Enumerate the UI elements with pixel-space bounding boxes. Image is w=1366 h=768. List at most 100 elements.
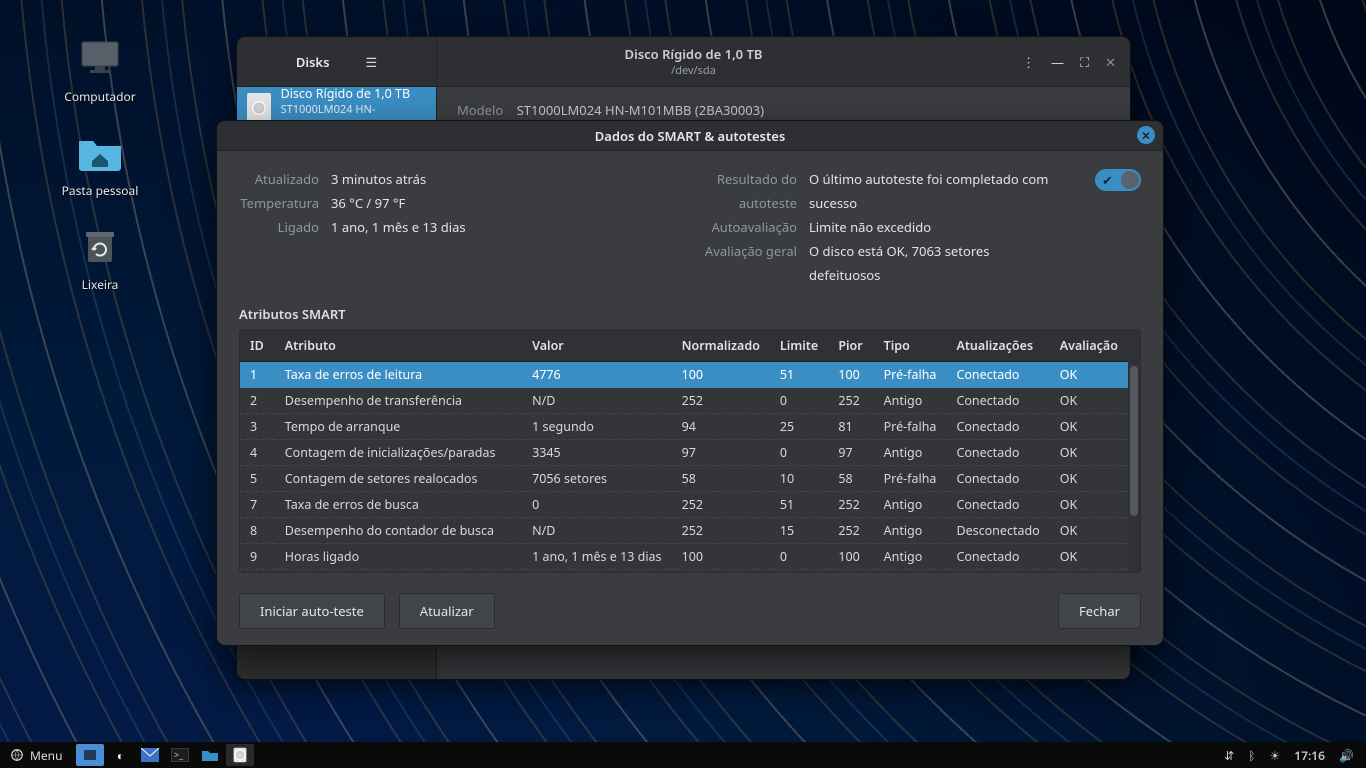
table-cell: Antigo (874, 518, 947, 544)
column-header[interactable]: Pior (828, 330, 873, 362)
column-header[interactable]: Atualizações (946, 330, 1049, 362)
window-title: Disco Rígido de 1,0 TB (625, 45, 763, 63)
table-cell: 81 (828, 414, 873, 440)
table-cell: Contagem de inicializações/paradas (275, 440, 522, 466)
tray-brightness-icon[interactable]: ☀ (1270, 747, 1281, 764)
taskbar-disks-icon[interactable] (226, 744, 254, 766)
table-cell: Pré-falha (874, 466, 947, 492)
table-row[interactable]: 1Taxa de erros de leitura477610051100Pré… (240, 362, 1128, 388)
table-cell: 0 (770, 440, 828, 466)
table-cell: OK (1050, 544, 1128, 570)
table-cell: 51 (770, 492, 828, 518)
smart-dialog: Dados do SMART & autotestes ✕ Atualizado… (216, 120, 1164, 646)
info-key: Resultado do autoteste (667, 167, 797, 215)
table-cell: 252 (672, 492, 770, 518)
dialog-close-icon[interactable]: ✕ (1137, 126, 1155, 144)
table-cell: 10 (240, 570, 275, 573)
start-selftest-button[interactable]: Iniciar auto-teste (239, 593, 385, 629)
desktop-icon-label: Lixeira (40, 276, 160, 293)
table-cell: 252 (672, 388, 770, 414)
table-cell: 252 (672, 518, 770, 544)
desktop-computer-icon[interactable]: Computador (40, 34, 160, 105)
table-row[interactable]: 10Contagem de tentativas de arranque0252… (240, 570, 1128, 573)
table-row[interactable]: 5Contagem de setores realocados7056 seto… (240, 466, 1128, 492)
info-key: Atualizado (239, 167, 319, 191)
table-cell: 94 (672, 414, 770, 440)
attributes-table: IDAtributoValorNormalizadoLimitePiorTipo… (239, 329, 1141, 573)
table-cell: 252 (672, 570, 770, 573)
column-header[interactable]: ID (240, 330, 275, 362)
table-cell: N/D (522, 518, 671, 544)
table-cell: OK (1050, 492, 1128, 518)
table-cell: Conectado (946, 362, 1049, 388)
desktop-home-icon[interactable]: Pasta pessoal (40, 128, 160, 199)
column-header[interactable]: Atributo (275, 330, 522, 362)
info-key: Ligado (239, 215, 319, 239)
computer-icon (76, 34, 124, 82)
table-cell: 7056 setores (522, 466, 671, 492)
dialog-titlebar: Dados do SMART & autotestes ✕ (217, 121, 1163, 151)
tray-volume-icon[interactable]: 🔊 (1339, 747, 1354, 764)
column-header[interactable]: Avaliação (1050, 330, 1128, 362)
taskbar-terminal-icon[interactable]: >_ (166, 744, 194, 766)
table-cell: 15 (770, 518, 828, 544)
table-row[interactable]: 7Taxa de erros de busca025251252AntigoCo… (240, 492, 1128, 518)
tray-network-icon[interactable]: ⇵ (1224, 747, 1234, 764)
table-row[interactable]: 9Horas ligado1 ano, 1 mês e 13 dias10001… (240, 544, 1128, 570)
table-cell: 5 (240, 466, 275, 492)
close-icon[interactable]: ✕ (1105, 53, 1116, 71)
table-cell: 252 (828, 570, 873, 573)
column-header[interactable]: Valor (522, 330, 671, 362)
taskbar-files-icon[interactable] (196, 744, 224, 766)
minimize-icon[interactable]: — (1051, 53, 1064, 71)
taskbar-firefox-icon[interactable]: ◐ (106, 744, 134, 766)
desktop-icon-label: Computador (40, 88, 160, 105)
column-header[interactable]: Normalizado (672, 330, 770, 362)
table-cell: 58 (828, 466, 873, 492)
table-cell: 100 (828, 362, 873, 388)
table-cell: Horas ligado (275, 544, 522, 570)
sidebar-item-title: Disco Rígido de 1,0 TB (281, 85, 426, 102)
column-header[interactable]: Limite (770, 330, 828, 362)
maximize-icon[interactable]: ⛶ (1080, 53, 1089, 71)
table-cell: 9 (240, 544, 275, 570)
table-cell: 7 (240, 492, 275, 518)
table-cell: Desconectado (946, 518, 1049, 544)
table-cell: Conectado (946, 440, 1049, 466)
table-row[interactable]: 8Desempenho do contador de buscaN/D25215… (240, 518, 1128, 544)
close-button[interactable]: Fechar (1058, 593, 1141, 629)
info-value: O disco está OK, 7063 setores defeituoso… (809, 239, 1055, 287)
table-cell: 252 (828, 388, 873, 414)
table-cell: Pré-falha (874, 414, 947, 440)
table-scrollbar[interactable] (1128, 330, 1140, 572)
table-cell: 58 (672, 466, 770, 492)
table-cell: 0 (770, 544, 828, 570)
table-cell: OK (1050, 466, 1128, 492)
table-cell: 10 (770, 466, 828, 492)
hamburger-icon[interactable]: ☰ (366, 53, 378, 71)
table-cell: 2 (240, 388, 275, 414)
refresh-button[interactable]: Atualizar (399, 593, 495, 629)
drive-menu-icon[interactable]: ⋮ (1022, 53, 1035, 71)
table-row[interactable]: 4Contagem de inicializações/paradas33459… (240, 440, 1128, 466)
table-cell: 100 (828, 544, 873, 570)
tray-clock[interactable]: 17:16 (1294, 747, 1325, 764)
table-cell: 4 (240, 440, 275, 466)
table-row[interactable]: 3Tempo de arranque1 segundo942581Pré-fal… (240, 414, 1128, 440)
table-cell: OK (1050, 570, 1128, 573)
menu-label: Menu (30, 747, 62, 764)
smart-enable-toggle[interactable]: ✔ (1095, 169, 1141, 191)
column-header[interactable]: Tipo (874, 330, 947, 362)
table-cell: OK (1050, 362, 1128, 388)
info-value: Limite não excedido (809, 215, 931, 239)
table-cell: Antigo (874, 388, 947, 414)
taskbar-mail-icon[interactable] (136, 744, 164, 766)
taskbar-show-desktop[interactable] (76, 744, 104, 766)
table-cell: Desempenho de transferência (275, 388, 522, 414)
menu-button[interactable]: Menu (0, 742, 72, 768)
tray-bluetooth-icon[interactable]: ᛒ (1248, 747, 1255, 764)
table-cell: Contagem de tentativas de arranque (275, 570, 522, 573)
table-cell: Antigo (874, 570, 947, 573)
table-row[interactable]: 2Desempenho de transferênciaN/D2520252An… (240, 388, 1128, 414)
desktop-trash-icon[interactable]: Lixeira (40, 222, 160, 293)
